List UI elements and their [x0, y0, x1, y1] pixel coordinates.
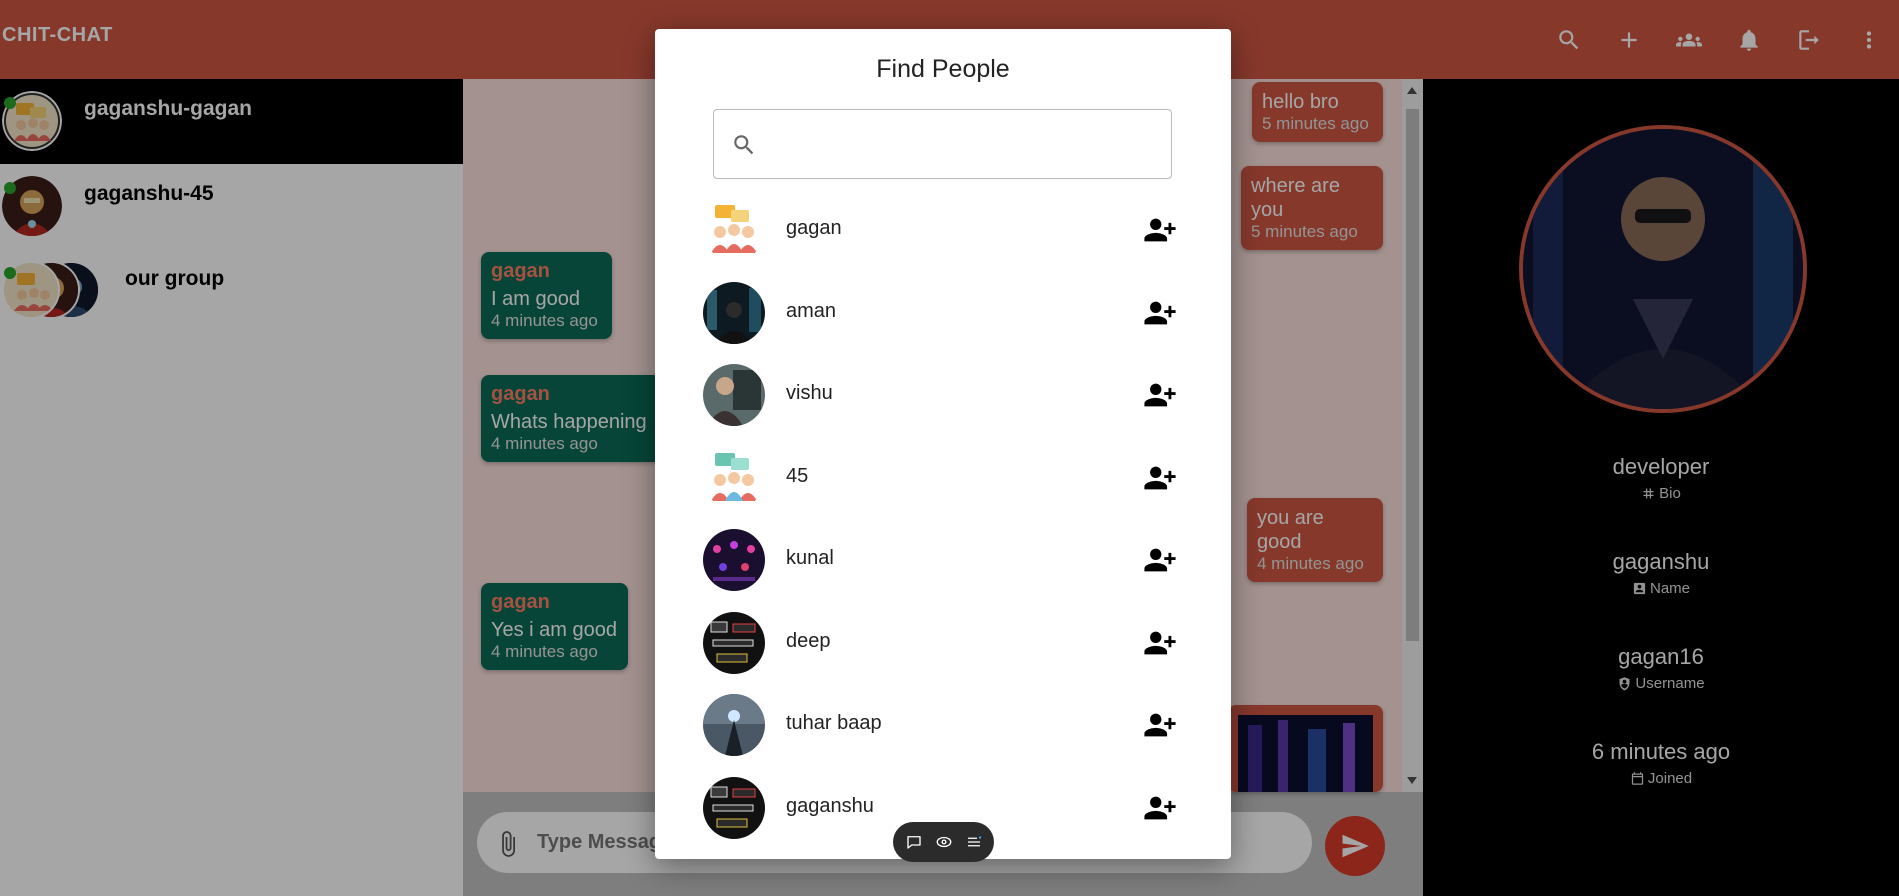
avatar — [703, 364, 765, 426]
person-name: aman — [786, 299, 837, 322]
person-name: tuhar baap — [786, 712, 882, 734]
list-item: aman — [655, 272, 1231, 355]
avatar — [703, 446, 765, 509]
avatar — [703, 694, 765, 756]
add-friend-button[interactable] — [1142, 378, 1178, 412]
person-add-icon — [1144, 548, 1176, 572]
chat-bubble-icon[interactable] — [903, 831, 925, 853]
add-friend-button[interactable] — [1142, 708, 1178, 742]
person-add-icon — [1144, 466, 1176, 489]
avatar — [703, 776, 765, 839]
list-item: 45 — [655, 437, 1231, 520]
add-friend-button[interactable] — [1142, 213, 1178, 247]
list-item: deep — [655, 602, 1231, 685]
avatar — [703, 199, 765, 261]
list-item: gagan — [655, 189, 1231, 272]
avatar — [703, 281, 765, 344]
add-friend-button[interactable] — [1142, 791, 1178, 825]
person-name: kunal — [786, 547, 834, 569]
avatar — [703, 529, 765, 591]
person-add-icon — [1144, 713, 1176, 737]
person-name: gagan — [786, 217, 842, 239]
list-item: kunal — [655, 519, 1231, 602]
menu-list-icon[interactable] — [963, 831, 985, 853]
list-item: tuhar baap — [655, 684, 1231, 767]
add-friend-button[interactable] — [1142, 626, 1178, 660]
eye-icon[interactable] — [933, 831, 955, 853]
people-search-field — [713, 109, 1172, 179]
floating-toolbar — [893, 822, 994, 862]
people-search-input[interactable] — [770, 122, 1160, 166]
add-friend-button[interactable] — [1142, 461, 1178, 495]
people-list: gagan aman vishu 45 kunal deep tuhar baa… — [655, 189, 1231, 849]
add-friend-button[interactable] — [1142, 296, 1178, 330]
person-add-icon — [1144, 796, 1176, 819]
person-add-icon — [1144, 301, 1176, 324]
person-add-icon — [1144, 631, 1176, 654]
person-name: gaganshu — [786, 794, 874, 817]
avatar — [703, 611, 765, 674]
find-people-dialog: Find People gagan aman vishu 45 kunal de… — [655, 29, 1231, 859]
dialog-title: Find People — [876, 55, 1010, 83]
person-name: 45 — [786, 464, 809, 487]
search-icon — [731, 132, 757, 158]
person-name: deep — [786, 629, 831, 652]
person-name: vishu — [786, 382, 833, 404]
person-add-icon — [1144, 383, 1176, 407]
add-friend-button[interactable] — [1142, 543, 1178, 577]
list-item: vishu — [655, 354, 1231, 437]
person-add-icon — [1144, 218, 1176, 242]
